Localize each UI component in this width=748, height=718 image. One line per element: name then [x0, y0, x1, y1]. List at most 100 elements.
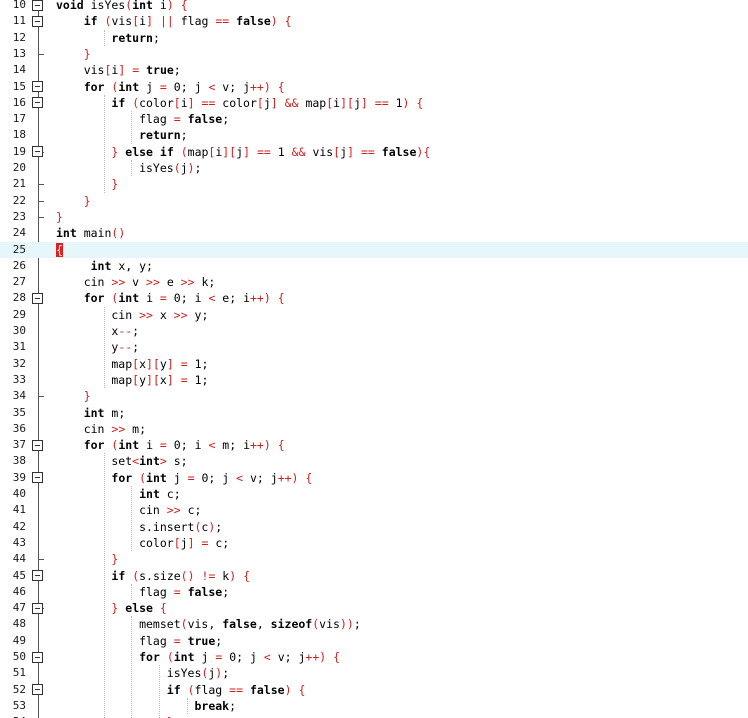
code-line-25[interactable]: 25 { — [0, 241, 748, 258]
code-line-32[interactable]: 32 map[x][y] = 1; — [0, 356, 748, 372]
line-code: if (vis[i] || flag == false) { — [83, 14, 292, 29]
code-line-23[interactable]: 23} — [0, 209, 748, 225]
code-line-42[interactable]: 42 s.insert(c); — [0, 519, 748, 535]
line-code: } — [83, 46, 91, 61]
line-code: break; — [194, 698, 237, 713]
code-line-17[interactable]: 17 flag = false; — [0, 111, 748, 127]
code-line-33[interactable]: 33 map[y][x] = 1; — [0, 372, 748, 388]
line-number: 39 — [12, 470, 26, 484]
line-number: 16 — [12, 95, 26, 109]
code-line-48[interactable]: 48 memset(vis, false, sizeof(vis)); — [0, 616, 748, 632]
line-number: 40 — [12, 487, 26, 500]
code-line-49[interactable]: 49 flag = true; — [0, 633, 748, 649]
indent-guide — [131, 583, 133, 601]
line-number: 44 — [12, 552, 26, 566]
line-code: for (int j = 0; j < v; j++) { — [83, 79, 285, 94]
line-code: } — [83, 193, 91, 208]
line-number: 38 — [12, 454, 26, 468]
line-number: 41 — [12, 503, 26, 517]
code-line-40[interactable]: 40 int c; — [0, 486, 748, 502]
line-code: int m; — [83, 405, 126, 420]
line-code: cin >> c; — [56, 503, 202, 518]
code-line-46[interactable]: 46 flag = false; — [0, 584, 748, 600]
line-code: map[y][x] = 1; — [56, 372, 209, 387]
code-line-16[interactable]: 16 if (color[i] == color[j] && map[i][j]… — [0, 95, 748, 111]
line-number: 15 — [12, 79, 26, 93]
code-line-54[interactable]: 54 } — [0, 714, 748, 718]
line-number: 19 — [12, 144, 26, 158]
code-line-20[interactable]: 20 isYes(j); — [0, 160, 748, 176]
line-number: 46 — [12, 584, 26, 598]
code-line-41[interactable]: 41 cin >> c; — [0, 502, 748, 518]
line-code: set<int> s; — [56, 454, 188, 469]
line-code: } — [111, 177, 119, 192]
code-line-47[interactable]: 47 } else { — [0, 600, 748, 616]
code-line-24[interactable]: 24 int main() — [0, 225, 748, 241]
line-code: if (s.size() != k) { — [111, 568, 251, 583]
line-code: } — [83, 389, 91, 404]
code-line-51[interactable]: 51 isYes(j); — [0, 665, 748, 681]
line-number: 47 — [12, 601, 26, 615]
line-number: 45 — [12, 568, 26, 582]
line-number: 12 — [12, 30, 26, 44]
code-line-45[interactable]: 45 if (s.size() != k) { — [0, 568, 748, 584]
code-line-36[interactable]: 36 cin >> m; — [0, 421, 748, 437]
code-line-39[interactable]: 39 for (int j = 0; j < v; j++) { — [0, 470, 748, 486]
line-code: int c; — [139, 487, 181, 501]
line-code: memset(vis, false, sizeof(vis)); — [56, 617, 361, 632]
code-line-43[interactable]: 43 color[j] = c; — [0, 535, 748, 551]
code-line-13[interactable]: 13 } — [0, 46, 748, 62]
line-number: 37 — [12, 438, 26, 452]
code-editor[interactable]: 10 void isYes(int i) {11 if (vis[i] || fl… — [0, 0, 748, 718]
line-number: 49 — [12, 633, 26, 647]
code-line-34[interactable]: 34 } — [0, 388, 748, 404]
indent-guide — [131, 616, 133, 718]
code-line-52[interactable]: 52 if (flag == false) { — [0, 682, 748, 698]
line-code: flag = false; — [56, 584, 230, 599]
code-line-28[interactable]: 28 for (int i = 0; i < e; i++) { — [0, 290, 748, 306]
indent-guide — [187, 697, 188, 715]
code-line-38[interactable]: 38 set<int> s; — [0, 453, 748, 469]
line-number: 25 — [12, 242, 26, 256]
line-code: vis[i] = true; — [56, 63, 181, 78]
line-code: if (color[i] == color[j] && map[i][j] ==… — [111, 95, 424, 110]
code-line-50[interactable]: 50 for (int j = 0; j < v; j++) { — [0, 649, 748, 665]
line-code: { — [56, 242, 63, 257]
line-code: return; — [139, 128, 188, 143]
line-code: isYes(j); — [56, 161, 202, 175]
line-number: 28 — [12, 291, 26, 305]
line-number: 20 — [12, 161, 26, 174]
code-line-15[interactable]: 15 for (int j = 0; j < v; j++) { — [0, 79, 748, 95]
line-number: 23 — [12, 209, 26, 223]
line-code: y--; — [56, 340, 140, 355]
line-number: 31 — [12, 340, 26, 354]
code-line-18[interactable]: 18 return; — [0, 127, 748, 143]
code-line-26[interactable]: 26 int x, y; — [0, 258, 748, 274]
line-number: 29 — [12, 307, 26, 321]
line-number: 42 — [12, 519, 26, 533]
line-number: 10 — [12, 0, 26, 11]
code-line-30[interactable]: 30 x--; — [0, 323, 748, 339]
indent-guide — [103, 306, 105, 389]
code-line-19[interactable]: 19 } else if (map[i][j] == 1 && vis[j] =… — [0, 144, 748, 160]
line-code: cin >> v >> e >> k; — [56, 275, 216, 290]
code-line-27[interactable]: 27 cin >> v >> e >> k; — [0, 274, 748, 290]
line-code: } else { — [111, 601, 167, 616]
code-line-12[interactable]: 12 return; — [0, 30, 748, 46]
code-line-10[interactable]: 10 void isYes(int i) { — [0, 0, 748, 13]
code-line-29[interactable]: 29 cin >> x >> y; — [0, 307, 748, 323]
code-line-31[interactable]: 31 y--; — [0, 339, 748, 355]
code-line-11[interactable]: 11 if (vis[i] || flag == false) { — [0, 13, 748, 29]
line-number: 36 — [12, 421, 26, 435]
line-number: 34 — [12, 389, 26, 403]
line-code: for (int j = 0; j < v; j++) { — [139, 650, 341, 664]
code-line-37[interactable]: 37 for (int i = 0; i < m; i++) { — [0, 437, 748, 453]
code-line-44[interactable]: 44 } — [0, 551, 748, 567]
line-code: int main() — [56, 226, 126, 241]
code-line-35[interactable]: 35 int m; — [0, 405, 748, 421]
code-line-21[interactable]: 21 } — [0, 176, 748, 192]
code-line-22[interactable]: 22 } — [0, 193, 748, 209]
indent-guide — [103, 94, 105, 193]
code-line-14[interactable]: 14 vis[i] = true; — [0, 62, 748, 78]
code-line-53[interactable]: 53 break; — [0, 698, 748, 714]
